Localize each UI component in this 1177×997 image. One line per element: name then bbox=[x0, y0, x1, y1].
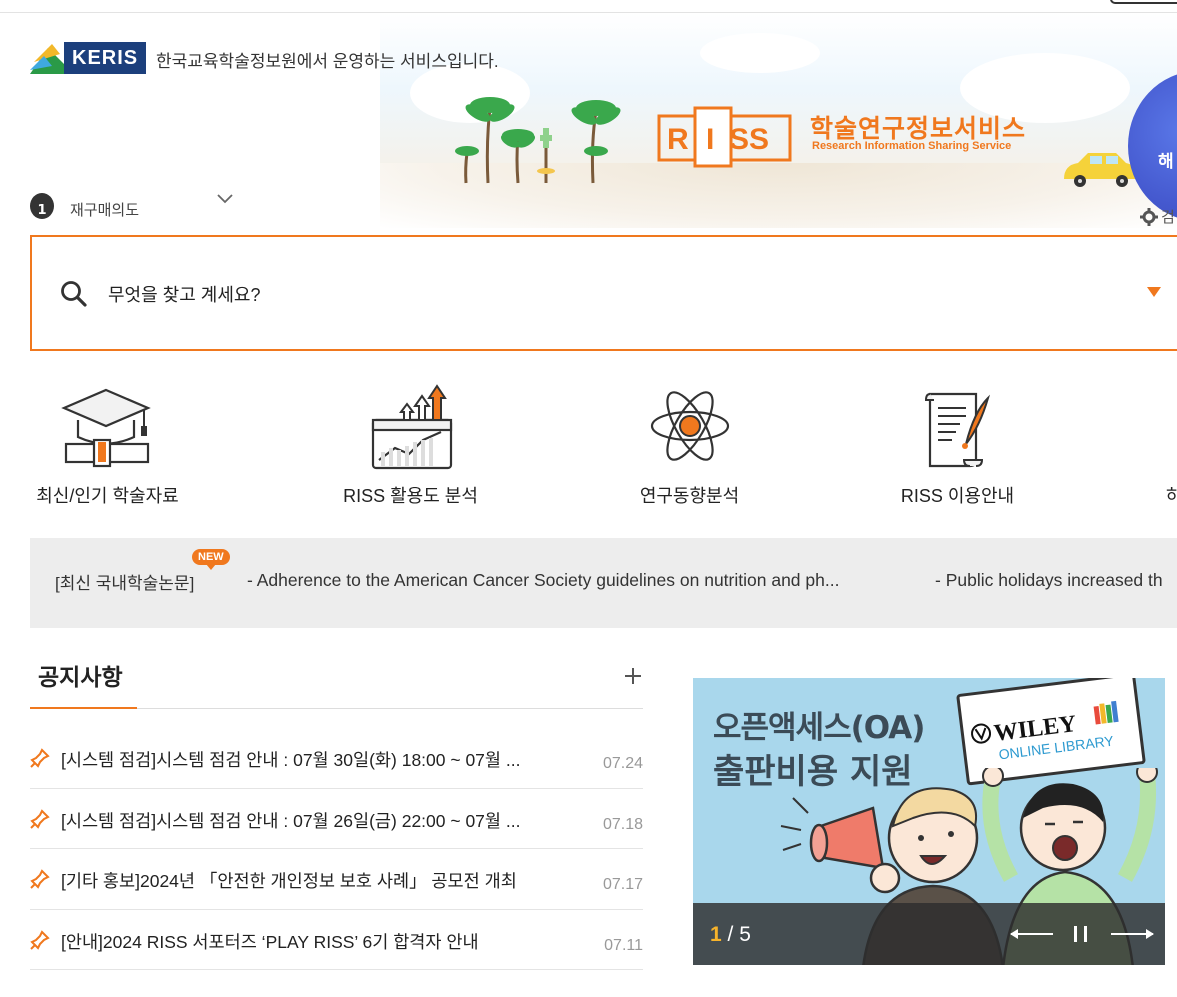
quick-menu-label: 하 bbox=[1166, 486, 1177, 506]
rank-keyword: 재구매의도 bbox=[70, 202, 140, 219]
notice-item[interactable]: [시스템 점검]시스템 점검 안내 : 07월 26일(금) 22:00 ~ 0… bbox=[30, 789, 643, 849]
quick-menu-latest-popular[interactable]: 최신/인기 학술자료 bbox=[30, 382, 185, 508]
quick-menu-label: 연구동향분석 bbox=[639, 486, 740, 506]
notice-date: 07.11 bbox=[604, 936, 643, 954]
quick-menu-icon-placeholder bbox=[1166, 382, 1177, 472]
promo-bubble-text: 해 bbox=[1158, 152, 1174, 172]
keris-description: 한국교육학술정보원에서 운영하는 서비스입니다. bbox=[156, 52, 499, 71]
notice-item[interactable]: [기타 홍보]2024년 「안전한 개인정보 보호 사례」 공모전 개최 07.… bbox=[30, 849, 643, 910]
quick-menu-research-trend[interactable]: 연구동향분석 bbox=[612, 382, 767, 508]
notice-title[interactable]: [시스템 점검]시스템 점검 안내 : 07월 30일(화) 18:00 ~ 0… bbox=[61, 747, 581, 772]
next-arrow-icon[interactable] bbox=[1111, 929, 1154, 939]
pager-total: / 5 bbox=[721, 923, 751, 946]
keris-name: KERIS bbox=[64, 42, 147, 74]
notice-title-underline bbox=[30, 707, 137, 709]
prev-arrow-icon[interactable] bbox=[1010, 929, 1053, 939]
keris-logo[interactable]: KERIS bbox=[30, 42, 147, 74]
popular-keyword-rank[interactable]: 1 재구매의도 bbox=[30, 191, 139, 220]
notice-section-title: 공지사항 bbox=[38, 664, 123, 690]
notice-item[interactable]: [안내]2024 RISS 서포터즈 ‘PLAY RISS’ 6기 합격자 안내… bbox=[30, 910, 643, 970]
atom-icon bbox=[650, 391, 729, 461]
promo-banner-slider[interactable]: 오픈액세스(OA) 출판비용 지원 WILEY ONLINE LIBRARY 1… bbox=[693, 678, 1165, 965]
search-settings[interactable]: 검 bbox=[1140, 206, 1175, 227]
service-title-eng: Research Information Sharing Service bbox=[812, 140, 1012, 152]
notice-title[interactable]: [기타 홍보]2024년 「안전한 개인정보 보호 사례」 공모전 개최 bbox=[61, 868, 581, 893]
books-icon bbox=[1093, 700, 1119, 725]
wiley-emblem-icon bbox=[971, 723, 992, 744]
pin-icon bbox=[30, 808, 50, 829]
notice-list: [시스템 점검]시스템 점검 안내 : 07월 30일(화) 18:00 ~ 0… bbox=[30, 728, 643, 970]
notice-title[interactable]: [안내]2024 RISS 서포터즈 ‘PLAY RISS’ 6기 합격자 안내 bbox=[61, 929, 581, 954]
pin-icon bbox=[30, 869, 50, 889]
pin-icon bbox=[30, 929, 50, 950]
latest-papers-label: [최신 국내학술논문] bbox=[55, 574, 195, 593]
banner-control-bar: 1 / 5 bbox=[693, 903, 1165, 965]
svg-text:R: R bbox=[667, 123, 689, 156]
quick-menu: 최신/인기 학술자료 RISS 활용도 분석 연구동향분석 RISS 이용안내 … bbox=[0, 382, 1177, 522]
pause-icon[interactable] bbox=[1073, 926, 1089, 942]
more-plus-icon[interactable] bbox=[622, 665, 644, 687]
riss-logo-icon[interactable]: R I SS bbox=[657, 106, 792, 168]
settings-label: 검 bbox=[1161, 208, 1175, 226]
keris-mark-icon bbox=[30, 42, 64, 74]
banner-title-line1: 오픈액세스(OA) bbox=[713, 710, 925, 746]
svg-text:SS: SS bbox=[729, 123, 769, 156]
notice-date: 07.24 bbox=[602, 755, 643, 772]
quick-menu-label: 최신/인기 학술자료 bbox=[36, 486, 179, 506]
gear-icon bbox=[1140, 207, 1158, 226]
quick-menu-label: RISS 활용도 분석 bbox=[343, 486, 478, 506]
search-icon[interactable] bbox=[60, 280, 88, 308]
latest-papers-ticker: [최신 국내학술논문] NEW - Adherence to the Ameri… bbox=[30, 538, 1177, 628]
latest-paper-link[interactable]: - Adherence to the American Cancer Socie… bbox=[247, 570, 839, 591]
banner-pager: 1 / 5 bbox=[710, 923, 751, 947]
notice-item[interactable]: [시스템 점검]시스템 점검 안내 : 07월 30일(화) 18:00 ~ 0… bbox=[30, 728, 643, 789]
pager-current: 1 bbox=[710, 923, 722, 946]
chart-up-icon bbox=[371, 384, 452, 470]
svg-text:I: I bbox=[706, 123, 714, 156]
notice-date: 07.17 bbox=[602, 876, 643, 893]
quick-menu-label: RISS 이용안내 bbox=[900, 486, 1015, 506]
top-tab-edge[interactable] bbox=[1110, 0, 1177, 4]
graduation-cap-icon bbox=[60, 388, 151, 468]
quick-menu-usage-guide[interactable]: RISS 이용안내 bbox=[880, 382, 1035, 508]
quick-menu-more[interactable]: 하 bbox=[1166, 382, 1177, 508]
chevron-down-icon[interactable] bbox=[216, 193, 234, 205]
cloud bbox=[700, 33, 820, 73]
search-options-arrow-icon[interactable] bbox=[1147, 287, 1161, 297]
rank-number-badge: 1 bbox=[30, 192, 54, 219]
pin-icon bbox=[30, 748, 50, 768]
search-box[interactable] bbox=[30, 235, 1177, 351]
latest-paper-link[interactable]: - Public holidays increased th bbox=[935, 570, 1163, 591]
notice-title[interactable]: [시스템 점검]시스템 점검 안내 : 07월 26일(금) 22:00 ~ 0… bbox=[61, 808, 581, 833]
palm-trees-illustration bbox=[455, 97, 621, 184]
quick-menu-usage-analysis[interactable]: RISS 활용도 분석 bbox=[333, 382, 488, 508]
search-input[interactable] bbox=[108, 281, 1008, 309]
notice-date: 07.18 bbox=[602, 815, 643, 833]
header: KERIS 한국교육학술정보원에서 운영하는 서비스입니다. R I SS 학술… bbox=[0, 13, 1177, 228]
document-quill-icon bbox=[924, 392, 990, 468]
new-badge: NEW bbox=[192, 549, 230, 570]
